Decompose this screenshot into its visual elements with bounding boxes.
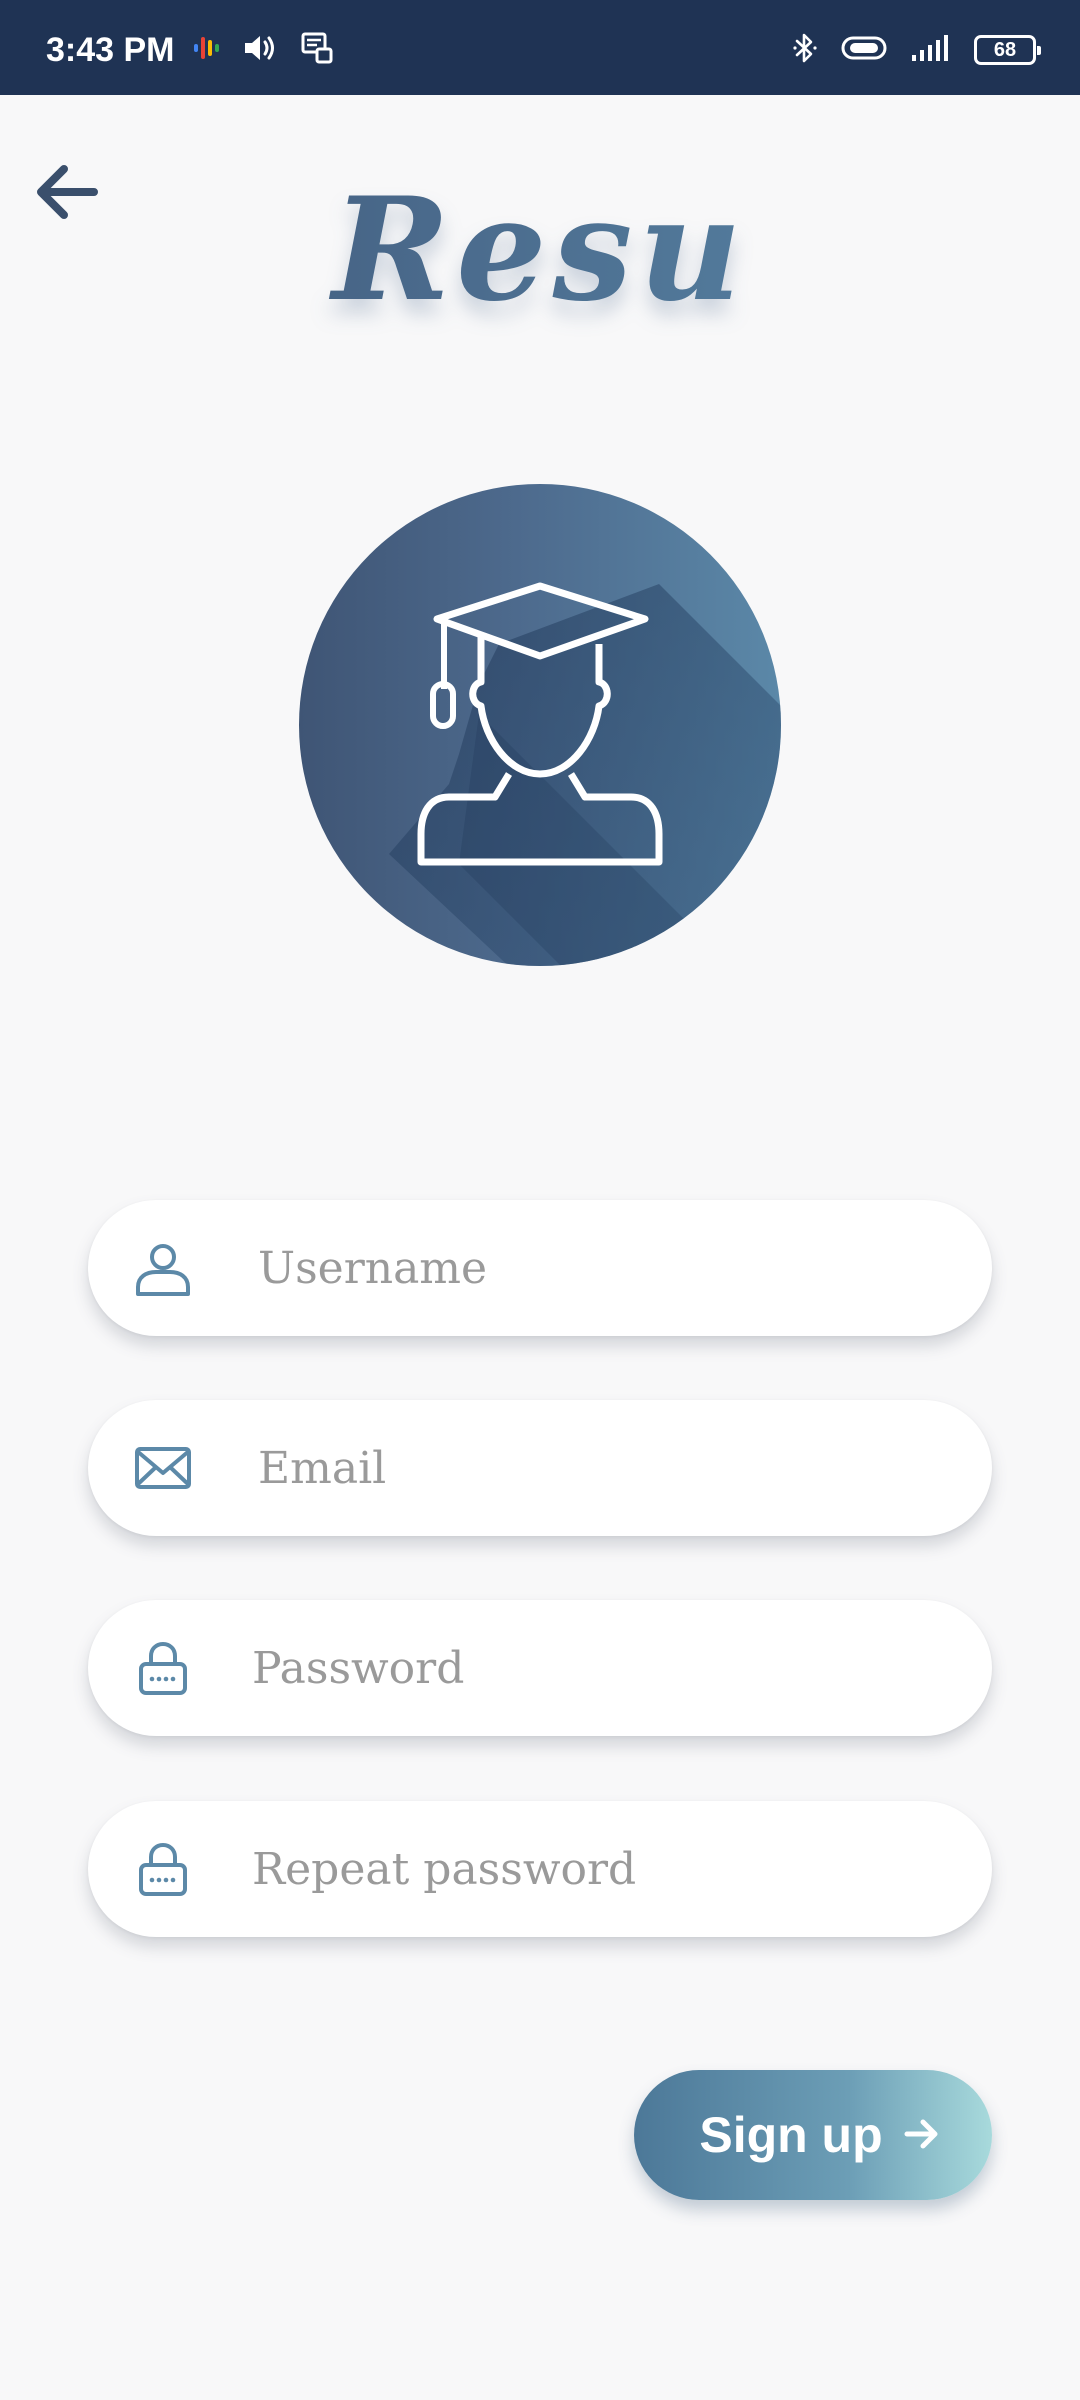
battery-level: 68	[993, 38, 1017, 61]
status-time: 3:43 PM	[46, 31, 175, 69]
status-icons-left	[192, 30, 334, 70]
lock-icon	[133, 1638, 193, 1698]
signup-label: Sign up	[699, 2107, 883, 2163]
avatar	[299, 484, 781, 966]
bluetooth-icon	[792, 31, 818, 70]
password-input[interactable]	[252, 1600, 942, 1736]
repeat-password-input[interactable]	[252, 1801, 942, 1937]
volume-icon	[242, 32, 278, 69]
assistant-icon	[192, 31, 220, 70]
username-input[interactable]	[258, 1200, 948, 1336]
envelope-icon	[133, 1438, 193, 1498]
status-bar: 3:43 PM 68	[0, 0, 1080, 95]
username-field[interactable]	[88, 1200, 992, 1336]
screen-mirror-icon	[300, 31, 334, 70]
signal-icon	[910, 33, 952, 68]
graduate-icon	[389, 582, 781, 966]
app-title: Resu	[0, 160, 1080, 340]
signup-button[interactable]: Sign up	[634, 2070, 992, 2200]
password-field[interactable]	[88, 1600, 992, 1736]
vibrate-icon	[840, 33, 888, 68]
arrow-right-icon	[903, 2115, 941, 2156]
status-icons-right: 68	[792, 30, 1041, 70]
battery-icon: 68	[974, 35, 1041, 65]
email-input[interactable]	[258, 1400, 948, 1536]
repeat-password-field[interactable]	[88, 1801, 992, 1937]
email-field[interactable]	[88, 1400, 992, 1536]
lock-icon	[133, 1839, 193, 1899]
user-icon	[133, 1238, 193, 1298]
